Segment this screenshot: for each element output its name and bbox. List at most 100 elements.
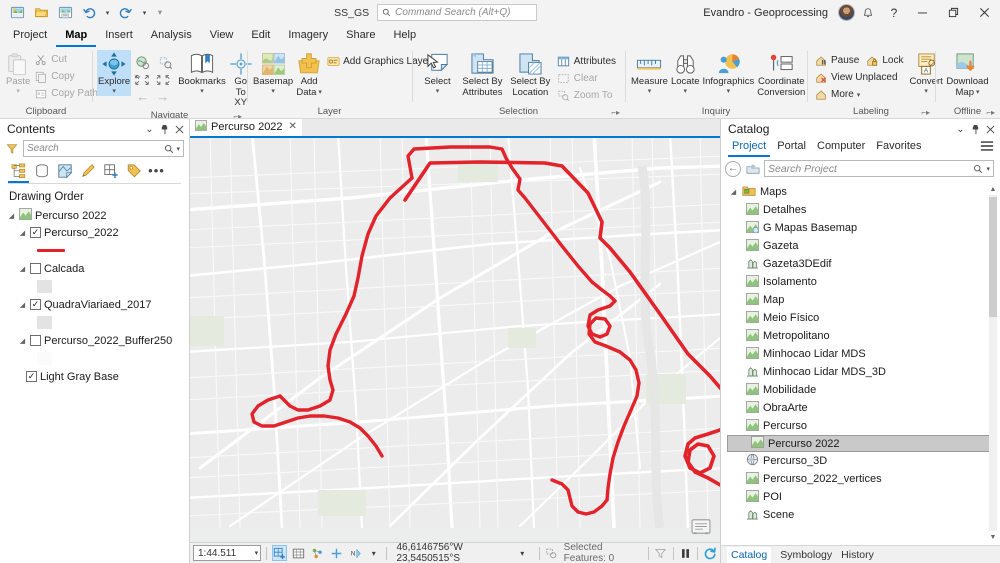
catalog-item-minhocao-lidar-mds-3d[interactable]: Minhocao Lidar MDS_3D: [721, 363, 1000, 381]
catalog-item-minhocao-lidar-mds[interactable]: Minhocao Lidar MDS: [721, 345, 1000, 363]
selection-dialog-launcher-icon[interactable]: ⌐▸: [611, 106, 620, 118]
bottom-tab-history[interactable]: History: [841, 549, 874, 561]
list-by-snapping-icon[interactable]: [100, 161, 121, 181]
lock-labeling-button[interactable]: Lock: [863, 52, 907, 69]
more-labeling-button[interactable]: More ▾: [812, 86, 907, 103]
filter-icon[interactable]: [5, 142, 19, 156]
catalog-item-gazeta3dedif[interactable]: Gazeta3DEdif: [721, 255, 1000, 273]
catalog-item-percurso-2022-vertices[interactable]: Percurso_2022_vertices: [721, 470, 1000, 488]
list-by-editing-icon[interactable]: [77, 161, 98, 181]
ribbon-tab-share[interactable]: Share: [337, 26, 384, 47]
chevron-down-icon[interactable]: ⌄: [953, 121, 968, 137]
bottom-tab-symbology[interactable]: Symbology: [780, 549, 832, 561]
next-extent-icon[interactable]: →: [154, 89, 171, 104]
catalog-item-obraarte[interactable]: ObraArte: [721, 399, 1000, 417]
toc-item-quadraviariaed-2017[interactable]: ◢ ✓ QuadraViariaed_2017: [0, 296, 189, 313]
layer-visibility-checkbox[interactable]: [30, 263, 41, 274]
expand-arrow-icon[interactable]: ◢: [18, 264, 27, 273]
fixed-zoom-corner-icon[interactable]: [153, 73, 173, 87]
list-by-selection-icon[interactable]: [54, 161, 75, 181]
more-options-icon[interactable]: •••: [146, 161, 167, 181]
chevron-down-icon[interactable]: ▾: [271, 88, 275, 96]
minimize-icon[interactable]: [907, 0, 938, 26]
search-options-chevron-icon[interactable]: ▾: [176, 145, 180, 153]
scroll-down-arrow-icon[interactable]: ▼: [988, 531, 998, 543]
attribute-table-icon[interactable]: [691, 518, 711, 535]
full-extent-icon[interactable]: [132, 52, 153, 72]
previous-extent-corner-icon[interactable]: [132, 73, 152, 87]
catalog-item-mobilidade[interactable]: Mobilidade: [721, 381, 1000, 399]
catalog-tab-favorites[interactable]: Favorites: [872, 139, 925, 157]
catalog-item-gazeta[interactable]: Gazeta: [721, 237, 1000, 255]
attributes-button[interactable]: Attributes: [555, 53, 620, 70]
expand-arrow-icon[interactable]: ◢: [729, 188, 738, 197]
offline-dialog-launcher-icon[interactable]: ⌐▸: [986, 106, 995, 118]
chevron-down-icon[interactable]: ▾: [986, 165, 990, 173]
grid-icon[interactable]: [292, 545, 306, 561]
toc-item-light-gray-base[interactable]: ✓ Light Gray Base: [0, 368, 189, 385]
redo-icon[interactable]: [115, 3, 137, 23]
bottom-tab-catalog[interactable]: Catalog: [727, 546, 772, 563]
chevron-down-icon[interactable]: ▾: [200, 88, 204, 96]
close-icon[interactable]: [983, 121, 998, 137]
expand-arrow-icon[interactable]: ◢: [18, 336, 27, 345]
catalog-tab-project[interactable]: Project: [728, 139, 771, 157]
refresh-icon[interactable]: [703, 545, 717, 561]
chevron-down-icon[interactable]: ▾: [436, 88, 440, 96]
ribbon-tab-insert[interactable]: Insert: [96, 26, 142, 47]
selection-chip-icon[interactable]: [311, 545, 325, 561]
ribbon-tab-imagery[interactable]: Imagery: [279, 26, 337, 47]
layer-visibility-checkbox[interactable]: ✓: [30, 299, 41, 310]
select-button[interactable]: Select ▾: [417, 50, 458, 96]
zoom-to-selection-icon[interactable]: [155, 52, 176, 72]
ribbon-tab-project[interactable]: Project: [4, 26, 56, 47]
download-map-button[interactable]: Download Map ▾: [940, 50, 995, 98]
map-scale-selector[interactable]: 1:44.511 ▾: [193, 545, 262, 561]
ribbon-tab-view[interactable]: View: [201, 26, 243, 47]
layer-visibility-checkbox[interactable]: ✓: [30, 227, 41, 238]
question-mark-icon[interactable]: ?: [881, 1, 907, 25]
locate-button[interactable]: Locate ▾: [670, 50, 701, 96]
select-by-attributes-button[interactable]: Select By Attributes: [459, 50, 506, 98]
undo-dropdown-icon[interactable]: ▾: [102, 9, 113, 17]
bell-icon[interactable]: [855, 1, 881, 25]
toc-item-percurso-2022-map[interactable]: ◢ Percurso 2022: [0, 207, 189, 224]
scroll-up-arrow-icon[interactable]: ▲: [988, 183, 998, 195]
toc-item-calcada[interactable]: ◢ Calcada: [0, 260, 189, 277]
command-search-input[interactable]: Command Search (Alt+Q): [377, 4, 538, 21]
chevron-down-icon[interactable]: ▾: [857, 91, 861, 99]
toc-item-percurso-2022-layer[interactable]: ◢ ✓ Percurso_2022: [0, 224, 189, 241]
avatar[interactable]: [838, 4, 856, 21]
add-data-button[interactable]: Add Data ▾: [295, 50, 323, 98]
pin-icon[interactable]: [968, 121, 983, 137]
catalog-item-meio-fisico[interactable]: Meio Físico: [721, 309, 1000, 327]
catalog-item-percurso[interactable]: Percurso: [721, 417, 1000, 435]
save-icon[interactable]: [6, 3, 28, 23]
bookmarks-button[interactable]: Bookmarks ▾: [177, 50, 227, 96]
list-by-data-source-icon[interactable]: [31, 161, 52, 181]
pin-icon[interactable]: [157, 121, 172, 137]
expand-arrow-icon[interactable]: ◢: [7, 211, 16, 220]
contents-search-input[interactable]: Search ▾: [23, 140, 184, 157]
toc-symbol-quadraviariaed[interactable]: [0, 313, 189, 332]
hamburger-menu-icon[interactable]: [978, 140, 996, 157]
catalog-item-isolamento[interactable]: Isolamento: [721, 273, 1000, 291]
catalog-tab-computer[interactable]: Computer: [813, 139, 869, 157]
catalog-item-percurso-2022[interactable]: Percurso 2022: [727, 435, 994, 452]
catalog-search-input[interactable]: Search Project ▾: [764, 160, 994, 177]
catalog-item-map[interactable]: Map: [721, 291, 1000, 309]
catalog-item-scene[interactable]: Scene: [721, 506, 1000, 524]
expand-arrow-icon[interactable]: ◢: [18, 228, 27, 237]
paste-button[interactable]: Paste ▾: [5, 50, 31, 96]
ribbon-tab-edit[interactable]: Edit: [242, 26, 279, 47]
clear-button[interactable]: Clear: [555, 70, 620, 87]
snapping-icon[interactable]: [271, 545, 287, 561]
layer-visibility-checkbox[interactable]: ✓: [26, 371, 37, 382]
close-icon[interactable]: [172, 121, 187, 137]
chevron-down-icon[interactable]: ⌄: [142, 121, 157, 137]
layer-visibility-checkbox[interactable]: [30, 335, 41, 346]
pause-labeling-button[interactable]: Pause: [812, 52, 863, 69]
basemap-button[interactable]: Basemap ▾: [252, 50, 294, 96]
map-tab-percurso-2022[interactable]: Percurso 2022 ✕: [190, 117, 302, 136]
list-by-labeling-icon[interactable]: [123, 161, 144, 181]
